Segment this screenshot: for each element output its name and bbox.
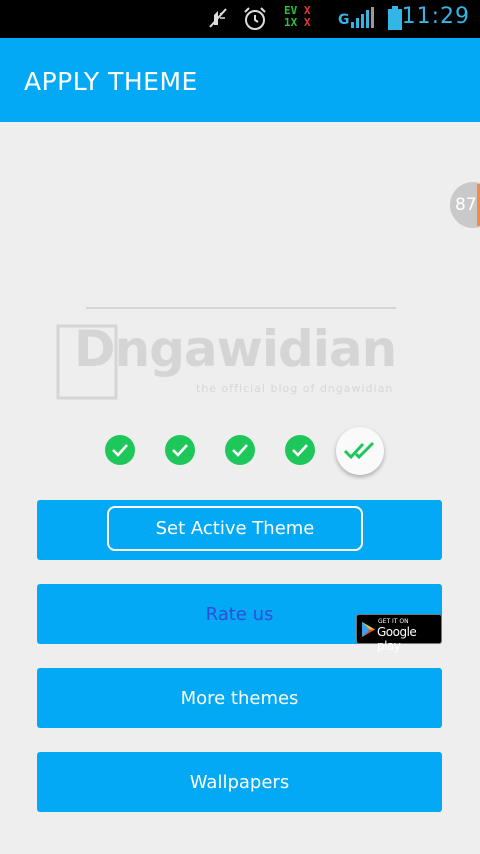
page-title: APPLY THEME <box>24 67 198 96</box>
wallpapers-button[interactable]: Wallpapers <box>37 752 442 812</box>
step-check-icon <box>105 435 135 465</box>
google-play-text: Google play <box>377 625 417 653</box>
watermark-name: Dngawidian <box>74 320 397 378</box>
rate-us-label: Rate us <box>205 603 274 625</box>
network-type: G <box>338 12 350 28</box>
set-active-theme-label: Set Active Theme <box>155 518 315 539</box>
mute-icon <box>206 6 230 35</box>
step-check-icon <box>285 435 315 465</box>
watermark: Dngawidian the official blog of dngawidi… <box>56 304 401 404</box>
set-active-theme-button[interactable]: Set Active Theme <box>37 500 442 560</box>
status-bar: EV X 1X X G 11:29 <box>0 0 480 38</box>
double-check-icon <box>336 427 384 475</box>
more-themes-label: More themes <box>180 687 299 709</box>
wallpapers-label: Wallpapers <box>189 771 290 793</box>
google-play-small-text: GET IT ON <box>378 618 409 625</box>
side-badge[interactable]: 87 <box>450 182 480 228</box>
set-active-theme-outline: Set Active Theme <box>107 506 363 551</box>
step-check-icon <box>225 435 255 465</box>
side-badge-count: 87 <box>455 195 477 215</box>
signal-icon <box>350 7 374 34</box>
watermark-tagline: the official blog of dngawidian <box>196 382 394 395</box>
battery-icon <box>387 6 403 37</box>
step-check-icon <box>165 435 195 465</box>
more-themes-button[interactable]: More themes <box>37 668 442 728</box>
alarm-icon <box>242 6 268 37</box>
ev-indicator: EV X 1X X <box>284 4 311 29</box>
app-bar: APPLY THEME <box>0 38 480 122</box>
google-play-badge[interactable]: GET IT ON Google play <box>356 614 442 653</box>
play-store-icon <box>362 622 375 637</box>
clock: 11:29 <box>401 4 470 29</box>
